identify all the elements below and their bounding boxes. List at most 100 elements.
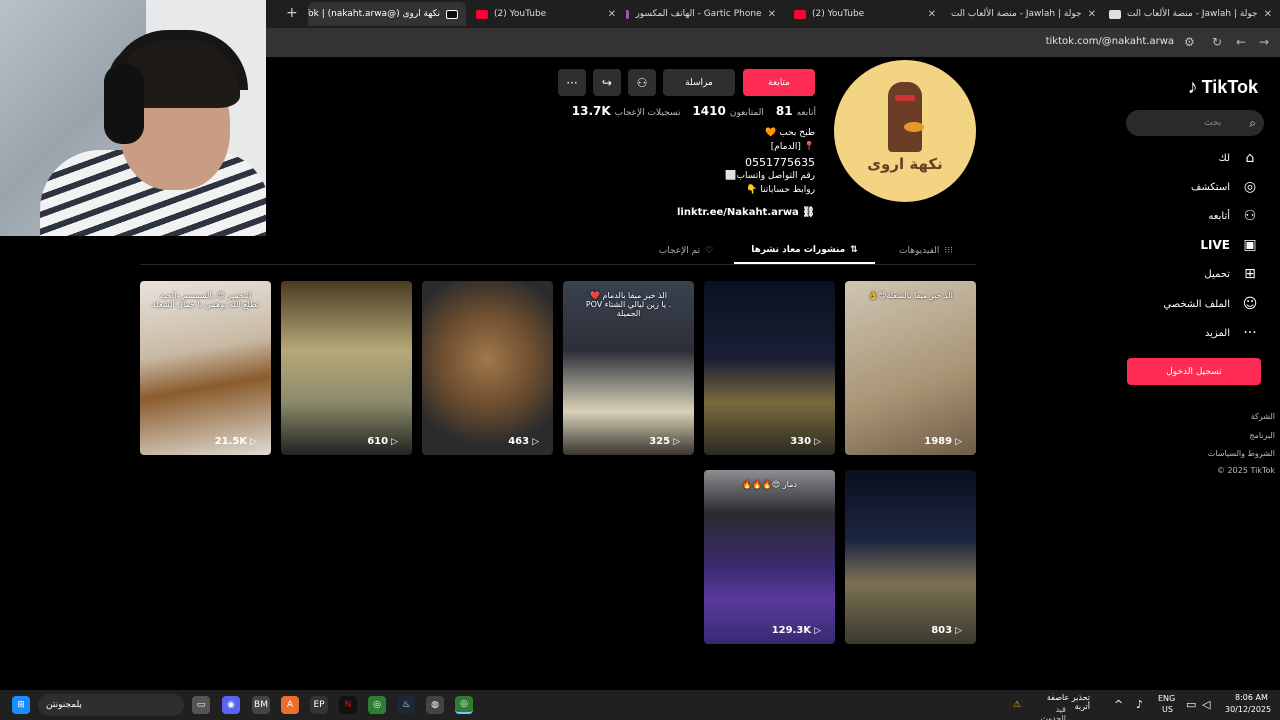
footer-link-terms[interactable]: الشروط والسياسات	[1208, 449, 1275, 458]
video-card[interactable]: التخمير 😍 بالسمسم والحبة تطلع الله يوهمي…	[140, 281, 271, 455]
video-card[interactable]: 610 ▷	[281, 281, 412, 455]
language-code[interactable]: ENG	[1158, 694, 1175, 703]
footer-link-program[interactable]: البرنامج	[1249, 431, 1275, 440]
taskbar-search[interactable]: يلمجنونتن	[38, 694, 184, 716]
discord-icon[interactable]: ◉	[222, 696, 240, 714]
video-card[interactable]: الذ خبز ميفا بالدمام ❤️ . يا زين ليالي ا…	[563, 281, 694, 455]
task-view-icon[interactable]: ▭	[192, 696, 210, 714]
stat-likes: تسجيلات الإعجاب 13.7K	[572, 104, 681, 118]
tab-label: الفيديوهات	[899, 246, 940, 256]
volume-icon[interactable]: ◁	[1202, 698, 1210, 711]
more-options-icon[interactable]: ···	[558, 69, 586, 96]
stat-label: المتابعون	[729, 108, 764, 118]
chrome-icon-active[interactable]: ◎	[455, 696, 473, 714]
avatar-veil	[895, 95, 915, 101]
browser-tab[interactable]: ✕ جولة | Jawlah - منصة الألعاب الت	[946, 2, 1104, 26]
search-icon: ⌕	[1249, 115, 1256, 130]
nav-item-following[interactable]: ⚇ أتابعه	[1208, 208, 1260, 224]
clock-time[interactable]: 8:06 AM	[1235, 693, 1268, 702]
tiktok-logo[interactable]: ♪ TikTok	[1188, 76, 1258, 99]
browser-tab[interactable]: ✕ Gartic Phone - الهاتف المكسور	[626, 2, 784, 26]
view-count-number: 330	[790, 436, 812, 447]
follow-button[interactable]: متابعة	[743, 69, 815, 96]
close-icon[interactable]: ✕	[1088, 9, 1096, 20]
video-card[interactable]: الذ خبز ميفا بالشعلة😍👌 1989 ▷	[845, 281, 976, 455]
profile-icon: ☺	[1242, 296, 1258, 312]
tiktok-logo-icon: ♪	[1187, 76, 1198, 98]
add-friend-icon[interactable]: ⚇	[628, 69, 656, 96]
tab-videos[interactable]: ⁝⁝⁝ الفيديوهات	[876, 238, 976, 264]
network-icon[interactable]: ▭	[1186, 698, 1196, 711]
tab-reposts[interactable]: ⇅ منشورات معاد نشرها	[734, 238, 875, 264]
bm-app-icon[interactable]: BM	[252, 696, 270, 714]
app-icon[interactable]: ◍	[426, 696, 444, 714]
site-settings-icon[interactable]: ⚙	[1184, 35, 1195, 49]
nav-item-profile[interactable]: ☺ الملف الشخصي	[1163, 296, 1260, 312]
close-icon[interactable]: ✕	[768, 9, 776, 20]
bio-phone: 0551775635	[745, 156, 815, 169]
video-caption: الذ خبز ميفا بالشعلة😍👌	[868, 291, 953, 300]
message-button[interactable]: مراسلة	[663, 69, 735, 96]
tab-divider	[140, 264, 976, 265]
warning-icon[interactable]: ⚠	[1008, 696, 1026, 714]
tab-title: (2) YouTube	[494, 9, 547, 19]
url-field[interactable]: tiktok.com/@nakaht.arwa	[1046, 36, 1174, 47]
profile-stats: أتابعه 81 المتابعون 1410 تسجيلات الإعجاب…	[572, 104, 816, 118]
footer-copyright: © 2025 TikTok	[1217, 466, 1275, 475]
tab-title: نكهة اروى (@nakaht.arwa) | Tok	[308, 9, 440, 19]
browser-tab[interactable]: ✕ (2) YouTube	[786, 2, 944, 26]
microphone-icon[interactable]: ♪	[1136, 698, 1143, 711]
grid-icon: ⁝⁝⁝	[944, 246, 953, 256]
nav-item-explore[interactable]: ◎ استكشف	[1191, 179, 1260, 195]
close-icon[interactable]: ✕	[608, 9, 616, 20]
tab-liked[interactable]: ♡ تم الإعجاب	[640, 238, 732, 264]
browser-tab-active[interactable]: نكهة اروى (@nakaht.arwa) | Tok	[308, 2, 466, 26]
nav-item-live[interactable]: ▣ LIVE	[1200, 237, 1260, 253]
bio-link-text: linktr.ee/Nakaht.arwa	[677, 207, 799, 218]
stat-followers[interactable]: المتابعون 1410	[692, 104, 763, 118]
back-icon[interactable]: ←	[1236, 35, 1246, 49]
close-icon[interactable]: ✕	[1264, 9, 1272, 20]
show-hidden-icon[interactable]: ^	[1114, 698, 1123, 711]
youtube-icon	[794, 9, 806, 19]
video-caption: الذ خبز ميفا بالدمام ❤️ . يا زين ليالي ا…	[585, 291, 672, 318]
compass-icon: ◎	[1243, 179, 1257, 195]
play-icon: ▷	[955, 437, 962, 447]
netflix-icon[interactable]: N	[339, 696, 357, 714]
stat-following[interactable]: أتابعه 81	[776, 104, 816, 118]
browser-tab[interactable]: ✕ جولة | Jawlah - منصة الألعاب الت	[1106, 2, 1280, 26]
video-view-count: 21.5K ▷	[215, 436, 257, 447]
footer-link-company[interactable]: الشركة	[1251, 412, 1275, 421]
view-count-number: 610	[367, 436, 389, 447]
video-card[interactable]: 330 ▷	[704, 281, 835, 455]
epic-games-icon[interactable]: EP	[310, 696, 328, 714]
nav-label: استكشف	[1191, 181, 1230, 193]
bio-line: 📍 [الدمام]	[770, 142, 815, 152]
chrome-icon[interactable]: ◎	[368, 696, 386, 714]
view-count-number: 129.3K	[771, 625, 812, 636]
video-caption: دمار 😍🔥🔥🔥	[742, 480, 797, 489]
forward-icon[interactable]: →	[1259, 35, 1269, 49]
video-view-count: 610 ▷	[367, 436, 398, 447]
nav-item-upload[interactable]: ⊞ تحميل	[1204, 266, 1260, 282]
login-button[interactable]: تسجيل الدخول	[1127, 358, 1261, 385]
profile-avatar[interactable]: نكهة اروى	[834, 60, 976, 202]
video-card[interactable]: دمار 😍🔥🔥🔥 129.3K ▷	[704, 470, 835, 644]
share-icon[interactable]: ↪	[593, 69, 621, 96]
windows-start-icon[interactable]: ⊞	[12, 696, 30, 714]
view-count-number: 1989	[924, 436, 953, 447]
app-icon[interactable]: A	[281, 696, 299, 714]
new-tab-button[interactable]: +	[286, 5, 298, 21]
video-card[interactable]: 463 ▷	[422, 281, 553, 455]
browser-tab[interactable]: ✕ (2) YouTube	[468, 2, 624, 26]
close-icon[interactable]: ✕	[928, 9, 936, 20]
stat-number: 1410	[692, 104, 726, 118]
reload-icon[interactable]: ↻	[1212, 35, 1222, 49]
nav-item-for-you[interactable]: ⌂ لك	[1219, 150, 1260, 166]
taskbar: ⊞ يلمجنونتن ▭ ◉ BM A EP N ◎ ♨ ◍ ◎ ⚠ تحذي…	[0, 690, 1280, 720]
bio-link[interactable]: linktr.ee/Nakaht.arwa ⛓	[677, 207, 815, 218]
video-card[interactable]: 803 ▷	[845, 470, 976, 644]
nav-item-more[interactable]: ··· المزيد	[1205, 325, 1260, 341]
steam-icon[interactable]: ♨	[397, 696, 415, 714]
search-input[interactable]: بحث ⌕	[1126, 110, 1264, 136]
